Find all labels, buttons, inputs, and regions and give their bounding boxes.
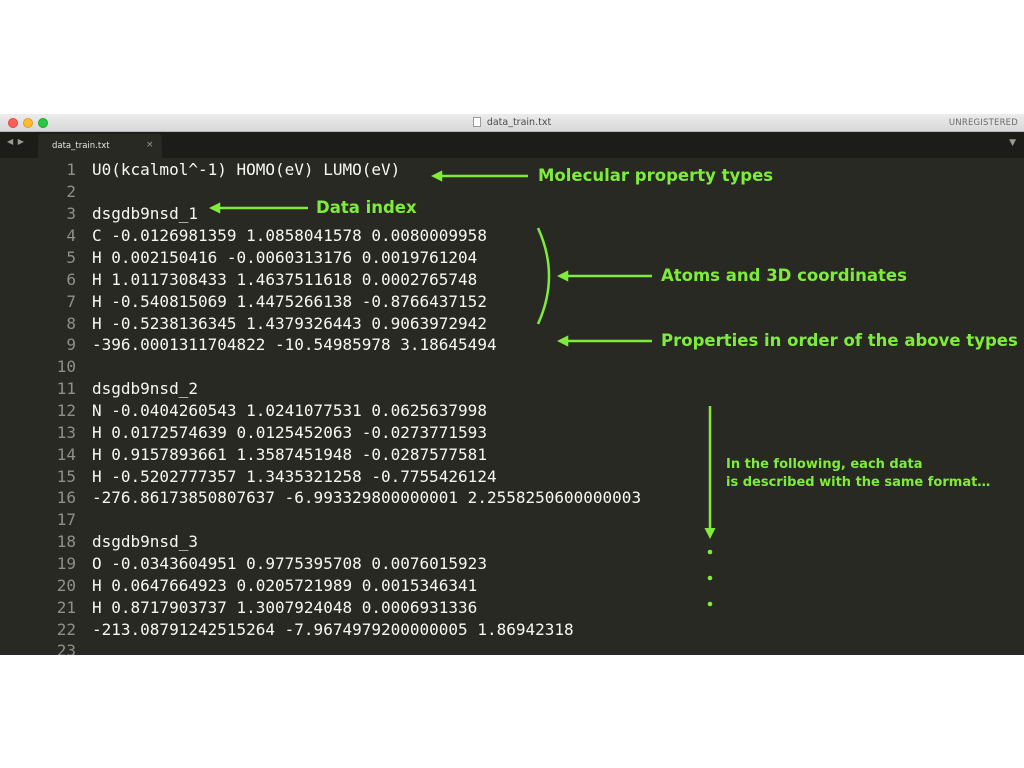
editor-window: data_train.txt UNREGISTERED ◀ ▶ data_tra… (0, 114, 1024, 655)
code-line: 3 dsgdb9nsd_1 (0, 203, 1024, 225)
line-number: 5 (66, 248, 76, 267)
line-text: C -0.0126981359 1.0858041578 0.008000995… (92, 226, 487, 245)
line-text: H 0.8717903737 1.3007924048 0.0006931336 (92, 598, 478, 617)
code-line: 18 dsgdb9nsd_3 (0, 531, 1024, 553)
line-text: H 0.0647664923 0.0205721989 0.0015346341 (92, 576, 478, 595)
unregistered-badge: UNREGISTERED (948, 118, 1018, 128)
line-text: U0(kcalmol^-1) HOMO(eV) LUMO(eV) (92, 160, 401, 179)
line-number: 2 (66, 182, 76, 201)
code-line: 23 (0, 640, 1024, 655)
line-text: O -0.0343604951 0.9775395708 0.007601592… (92, 554, 487, 573)
window-title: data_train.txt (486, 117, 552, 128)
title-bar: data_train.txt UNREGISTERED (0, 114, 1024, 132)
line-number: 3 (66, 204, 76, 223)
line-number: 22 (56, 620, 76, 639)
line-text: H 1.0117308433 1.4637511618 0.0002765748 (92, 270, 478, 289)
code-line: 1 U0(kcalmol^-1) HOMO(eV) LUMO(eV) (0, 159, 1024, 181)
code-line: 2 (0, 181, 1024, 203)
annotation-following-line2: is described with the same format… (726, 475, 991, 490)
line-number: 23 (56, 641, 76, 655)
code-line: 20 H 0.0647664923 0.0205721989 0.00153463… (0, 575, 1024, 597)
code-line: 12 N -0.0404260543 1.0241077531 0.0625637… (0, 400, 1024, 422)
document-icon (472, 117, 481, 127)
line-number: 21 (56, 598, 76, 617)
tab-menu-chevron-icon[interactable]: ▼ (1009, 138, 1016, 148)
line-number: 17 (56, 510, 76, 529)
line-number: 1 (66, 160, 76, 179)
annotation-property-types: Molecular property types (538, 166, 774, 185)
text-editor-area[interactable]: 1 U0(kcalmol^-1) HOMO(eV) LUMO(eV) 2 3 dsg… (0, 158, 1024, 655)
line-number: 6 (66, 270, 76, 289)
line-number: 14 (56, 445, 76, 464)
line-text: H 0.002150416 -0.0060313176 0.0019761204 (92, 248, 478, 267)
line-number: 16 (56, 488, 76, 507)
line-number: 4 (66, 226, 76, 245)
line-text: dsgdb9nsd_3 (92, 532, 198, 551)
code-line: 4 C -0.0126981359 1.0858041578 0.00800099… (0, 225, 1024, 247)
line-text: -213.08791242515264 -7.9674979200000005 … (92, 620, 574, 639)
line-number: 19 (56, 554, 76, 573)
line-text: dsgdb9nsd_2 (92, 379, 198, 398)
tab-nav-arrows-icon[interactable]: ◀ ▶ (7, 137, 25, 146)
line-number: 7 (66, 292, 76, 311)
line-number: 9 (66, 335, 76, 354)
line-number: 20 (56, 576, 76, 595)
line-text: H -0.540815069 1.4475266138 -0.876643715… (92, 292, 487, 311)
line-number: 15 (56, 467, 76, 486)
line-number: 12 (56, 401, 76, 420)
line-number: 11 (56, 379, 76, 398)
line-text: H -0.5238136345 1.4379326443 0.906397294… (92, 314, 487, 333)
line-text: N -0.0404260543 1.0241077531 0.062563799… (92, 401, 487, 420)
line-text: H -0.5202777357 1.3435321258 -0.77554261… (92, 467, 497, 486)
code-line: 22 -213.08791242515264 -7.967497920000000… (0, 619, 1024, 641)
line-number: 18 (56, 532, 76, 551)
annotation-properties-order: Properties in order of the above types (661, 331, 1018, 350)
tab-close-icon[interactable]: × (146, 140, 154, 150)
code-line: 13 H 0.0172574639 0.0125452063 -0.0273771… (0, 422, 1024, 444)
line-text: H 0.9157893661 1.3587451948 -0.028757758… (92, 445, 487, 464)
line-text: dsgdb9nsd_1 (92, 204, 198, 223)
code-line: 7 H -0.540815069 1.4475266138 -0.87664371… (0, 291, 1024, 313)
code-line: 10 (0, 356, 1024, 378)
tab-label: data_train.txt (52, 141, 110, 151)
code-line: 19 O -0.0343604951 0.9775395708 0.0076015… (0, 553, 1024, 575)
window-title-area: data_train.txt (0, 114, 1024, 132)
code-line: 21 H 0.8717903737 1.3007924048 0.00069313… (0, 597, 1024, 619)
line-text: H 0.0172574639 0.0125452063 -0.027377159… (92, 423, 487, 442)
line-text: -276.86173850807637 -6.993329800000001 2… (92, 488, 642, 507)
tab-bar: ◀ ▶ data_train.txt × ▼ (0, 132, 1024, 158)
line-number: 13 (56, 423, 76, 442)
line-number: 10 (56, 357, 76, 376)
code-line: 11 dsgdb9nsd_2 (0, 378, 1024, 400)
tab-data-train[interactable]: data_train.txt × (38, 134, 162, 158)
code-line: 17 (0, 509, 1024, 531)
annotation-following-line1: In the following, each data (726, 457, 923, 472)
annotation-data-index: Data index (316, 198, 417, 217)
line-number: 8 (66, 314, 76, 333)
line-text: -396.0001311704822 -10.54985978 3.186454… (92, 335, 497, 354)
annotation-atoms-coordinates: Atoms and 3D coordinates (661, 266, 907, 285)
